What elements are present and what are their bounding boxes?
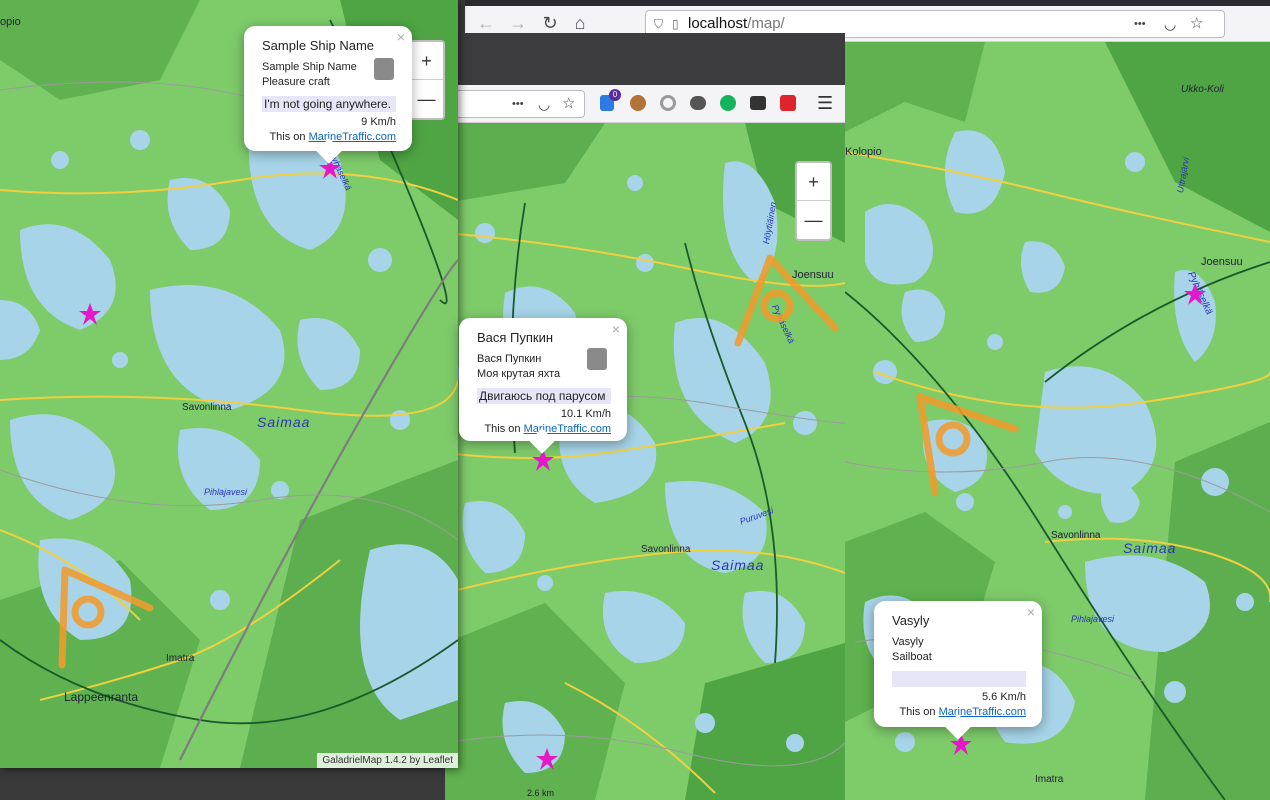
place-joensuu: Joensuu [1201, 256, 1243, 268]
popup-vessel-line1: Vasyly [892, 636, 924, 648]
page-actions-button-middle[interactable]: ••• [512, 91, 524, 117]
extension-icon-4[interactable] [690, 96, 706, 110]
popup-close-button[interactable]: × [1027, 604, 1035, 620]
bookmark-star-icon[interactable]: ☆ [562, 91, 575, 117]
bookmark-star-icon[interactable]: ☆ [1190, 11, 1203, 37]
place-ukko-koli: Ukko-Koli [1181, 84, 1224, 95]
map-middle[interactable]: Höytiäinen Joensuu Pyhäselkä Puruvesi Sa… [445, 123, 845, 800]
vessel-marker-left-west[interactable] [78, 302, 102, 326]
popup-close-button[interactable]: × [612, 321, 620, 337]
place-kolopio: Kolopio [845, 146, 882, 158]
page-actions-button[interactable]: ••• [1134, 11, 1146, 37]
extension-badge: 0 [609, 89, 621, 101]
popup-vessel-speed: 5.6 Km/h [981, 691, 1026, 703]
marinetraffic-link[interactable]: MarineTraffic.com [939, 706, 1026, 718]
browser-right-titlebar [465, 0, 1270, 6]
place-saimaa: Saimaa [711, 557, 765, 573]
popup-source-prefix: This on [484, 423, 524, 435]
place-imatra: Imatra [166, 653, 195, 664]
heading-overlay-left [58, 566, 154, 669]
popup-vessel-status [892, 671, 1026, 687]
zoom-control-middle: + — [795, 161, 832, 241]
popup-vessel-speed: 9 Km/h [361, 116, 396, 128]
place-saimaa: Saimaa [257, 414, 311, 430]
url-host: localhost [688, 15, 748, 32]
popup-vessel-status: I'm not going anywhere. [262, 96, 396, 112]
place-savonlinna: Savonlinna [182, 402, 232, 413]
place-pihlajavesi: Pihlajavesi [204, 487, 248, 497]
marinetraffic-link[interactable]: MarineTraffic.com [309, 131, 396, 143]
place-pihlajavesi: Pihlajavesi [1071, 614, 1115, 624]
marker-distance-label: 2.6 km [527, 788, 555, 798]
heading-overlay-right [916, 393, 1019, 496]
map-attribution[interactable]: GaladrielMap 1.4.2 by Leaflet [317, 753, 458, 768]
extension-icon-5[interactable] [720, 95, 736, 111]
pocket-icon[interactable]: ◡ [538, 91, 550, 117]
vessel-marker-right-joensuu[interactable] [1183, 282, 1207, 306]
browser-middle-toolbar: ••• ◡ ☆ 0 ☰ [445, 85, 845, 123]
map-middle-terrain [445, 123, 845, 800]
extension-icon-6[interactable] [750, 96, 766, 110]
vessel-marker-middle-south[interactable] [535, 747, 559, 771]
browser-middle-titlebar [445, 33, 845, 85]
popup-vessel-name: Вася Пупкин [477, 330, 554, 345]
zoom-out-button[interactable]: — [410, 80, 443, 118]
vessel-popup: × Vasyly Vasyly Sailboat 5.6 Km/h This o… [874, 601, 1042, 740]
popup-vessel-name: Vasyly [892, 613, 930, 628]
place-edge-opio: opio [0, 16, 21, 28]
place-savonlinna: Savonlinna [641, 544, 691, 555]
extension-icon-7[interactable] [780, 95, 796, 111]
vessel-type-icon [587, 348, 607, 370]
popup-vessel-status: Двигаюсь под парусом [477, 388, 611, 404]
zoom-out-button[interactable]: — [797, 201, 830, 239]
extension-icon-3[interactable] [660, 95, 676, 111]
popup-close-button[interactable]: × [397, 29, 405, 45]
url-path: /map/ [747, 15, 785, 32]
zoom-in-button[interactable]: + [797, 163, 830, 201]
pocket-icon[interactable]: ◡ [1164, 11, 1176, 37]
heading-overlay-middle [734, 254, 839, 347]
url-bar-middle[interactable]: ••• ◡ ☆ [455, 90, 585, 118]
popup-vessel-speed: 10.1 Km/h [560, 408, 611, 420]
place-lappeenranta: Lappeenranta [64, 690, 139, 704]
place-savonlinna: Savonlinna [1051, 530, 1101, 541]
popup-vessel-type: Sailboat [892, 651, 932, 663]
place-imatra: Imatra [1035, 774, 1064, 785]
popup-vessel-name: Sample Ship Name [262, 38, 374, 53]
vessel-popup: × Вася Пупкин Вася Пупкин Моя крутая яхт… [459, 318, 627, 454]
vessel-type-icon [374, 58, 394, 80]
popup-source-prefix: This on [269, 131, 309, 143]
popup-source-prefix: This on [899, 706, 939, 718]
zoom-control-left: + — [408, 40, 445, 120]
place-saimaa: Saimaa [1123, 540, 1177, 556]
zoom-in-button[interactable]: + [410, 42, 443, 80]
extension-icon-2[interactable] [630, 95, 646, 111]
vessel-popup: × Sample Ship Name Sample Ship Name Plea… [244, 26, 412, 164]
menu-button[interactable]: ☰ [817, 93, 833, 114]
